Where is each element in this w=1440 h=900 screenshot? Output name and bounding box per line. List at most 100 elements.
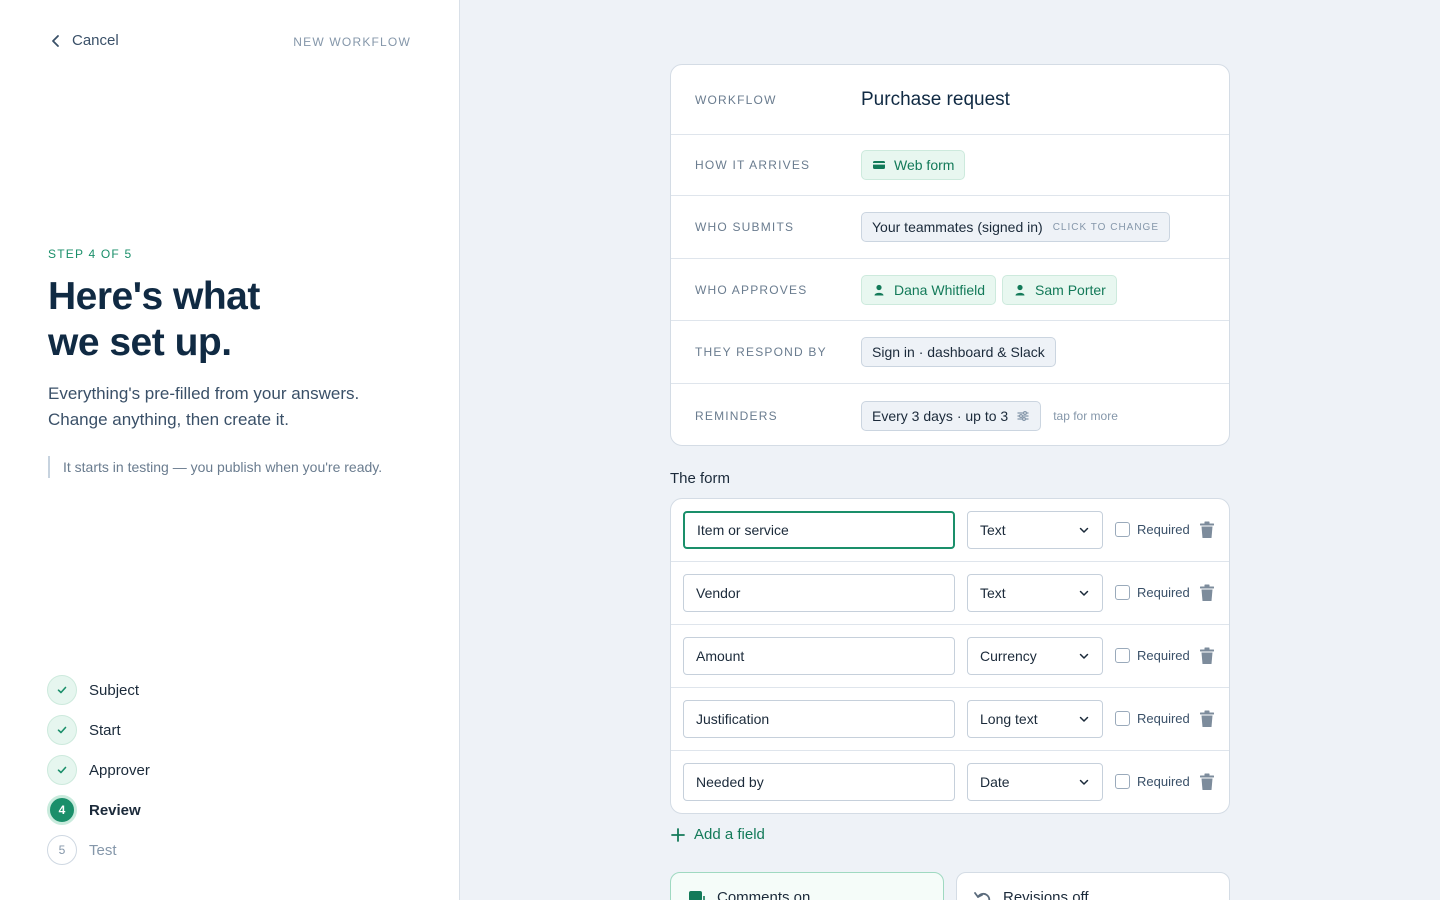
approver-name: Dana Whitfield [894,281,986,298]
subtitle-line-2: Change anything, then create it. [48,410,289,429]
required-label: Required [1137,522,1190,537]
testing-note: It starts in testing — you publish when … [48,456,382,478]
undo-icon [974,892,991,900]
form-fields-card: Text Required Text Required Currency Req… [670,498,1230,814]
submits-value: Your teammates (signed in) [872,219,1043,235]
summary-row-arrives: HOW IT ARRIVES Web form [671,135,1229,196]
required-label: Required [1137,774,1190,789]
chat-bubble-icon [689,891,705,900]
cancel-label: Cancel [72,32,119,49]
field-name-input[interactable] [683,700,955,738]
required-toggle[interactable]: Required [1115,774,1190,789]
required-checkbox[interactable] [1115,774,1130,789]
revisions-option-card[interactable]: Revisions off [956,872,1230,900]
step-item-subject[interactable]: Subject [47,670,150,710]
step-done-indicator [47,675,77,705]
required-label: Required [1137,585,1190,600]
required-toggle[interactable]: Required [1115,648,1190,663]
chevron-down-icon [1079,527,1089,533]
submits-chip[interactable]: Your teammates (signed in) CLICK TO CHAN… [861,212,1171,242]
check-icon [57,726,67,734]
trash-icon[interactable] [1199,710,1215,728]
step-item-start[interactable]: Start [47,710,150,750]
reminders-label: REMINDERS [695,408,778,423]
workflow-label: WORKFLOW [695,92,777,107]
field-type-value: Date [980,774,1010,790]
field-type-value: Text [980,585,1006,601]
trash-icon[interactable] [1199,647,1215,665]
trash-icon[interactable] [1199,521,1215,539]
chevron-down-icon [1079,779,1089,785]
step-counter: STEP 4 OF 5 [48,247,133,261]
form-field-row: Text Required [671,499,1229,562]
field-name-input[interactable] [683,574,955,612]
field-type-select[interactable]: Text [967,511,1103,549]
submits-label: WHO SUBMITS [695,220,795,234]
form-field-row: Currency Required [671,625,1229,688]
step-label-review: Review [89,801,141,819]
required-checkbox[interactable] [1115,585,1130,600]
approver-chip[interactable]: Sam Porter [1002,274,1117,305]
page-title-line-2: we set up. [48,321,232,364]
required-checkbox[interactable] [1115,711,1130,726]
page-title: Here's what we set up. [48,274,428,366]
summary-row-workflow: WORKFLOW Purchase request [671,65,1229,135]
respond-chip[interactable]: Sign in · dashboard & Slack [861,337,1056,367]
summary-row-respond: THEY RESPOND BY Sign in · dashboard & Sl… [671,321,1229,384]
step-label-test: Test [89,841,117,859]
reminders-chip[interactable]: Every 3 days · up to 3 [861,400,1042,431]
field-type-select[interactable]: Long text [967,700,1103,738]
person-icon [874,284,884,295]
step-number-test: 5 [47,835,77,865]
step-item-test: 5 Test [47,830,150,870]
step-item-approver[interactable]: Approver [47,750,150,790]
summary-card: WORKFLOW Purchase request HOW IT ARRIVES… [670,64,1230,446]
chevron-left-icon [52,34,59,47]
form-field-row: Date Required [671,751,1229,813]
required-toggle[interactable]: Required [1115,585,1190,600]
arrives-value: Web form [894,157,955,173]
field-type-value: Text [980,522,1006,538]
chevron-down-icon [1079,590,1089,596]
arrives-chip[interactable]: Web form [861,150,966,180]
card-icon [873,161,885,169]
field-name-input[interactable] [683,763,955,801]
step-done-indicator [47,755,77,785]
subtitle-line-1: Everything's pre-filled from your answer… [48,384,360,403]
field-name-input[interactable] [683,637,955,675]
field-type-select[interactable]: Date [967,763,1103,801]
check-icon [57,766,67,774]
revisions-label: Revisions off [1003,889,1089,900]
required-checkbox[interactable] [1115,648,1130,663]
comments-option-card[interactable]: Comments on [670,872,944,900]
required-toggle[interactable]: Required [1115,522,1190,537]
arrives-label: HOW IT ARRIVES [695,158,811,172]
workflow-name[interactable]: Purchase request [861,89,1010,111]
trash-icon[interactable] [1199,584,1215,602]
field-type-select[interactable]: Currency [967,637,1103,675]
form-field-row: Long text Required [671,688,1229,751]
step-label-approver: Approver [89,761,150,779]
trash-icon[interactable] [1199,773,1215,791]
summary-row-submits: WHO SUBMITS Your teammates (signed in) C… [671,196,1229,259]
required-checkbox[interactable] [1115,522,1130,537]
field-type-select[interactable]: Text [967,574,1103,612]
approves-label: WHO APPROVES [695,282,808,297]
add-field-button[interactable]: Add a field [670,826,765,843]
summary-row-approves: WHO APPROVES Dana Whitfield Sam Porter [671,259,1229,321]
comments-label: Comments on [717,889,811,900]
reminders-value: Every 3 days · up to 3 [872,407,1009,424]
form-field-row: Text Required [671,562,1229,625]
step-list: Subject Start Approver 4 Review 5 Test [47,670,150,870]
approver-name: Sam Porter [1035,281,1106,298]
required-toggle[interactable]: Required [1115,711,1190,726]
approver-chip[interactable]: Dana Whitfield [861,274,997,305]
page-title-line-1: Here's what [48,275,260,318]
sliders-icon [1017,410,1029,421]
step-item-review[interactable]: 4 Review [47,790,150,830]
plus-icon [671,827,685,842]
check-icon [57,686,67,694]
step-done-indicator [47,715,77,745]
cancel-button[interactable]: Cancel [48,32,119,49]
field-name-input[interactable] [683,511,955,549]
